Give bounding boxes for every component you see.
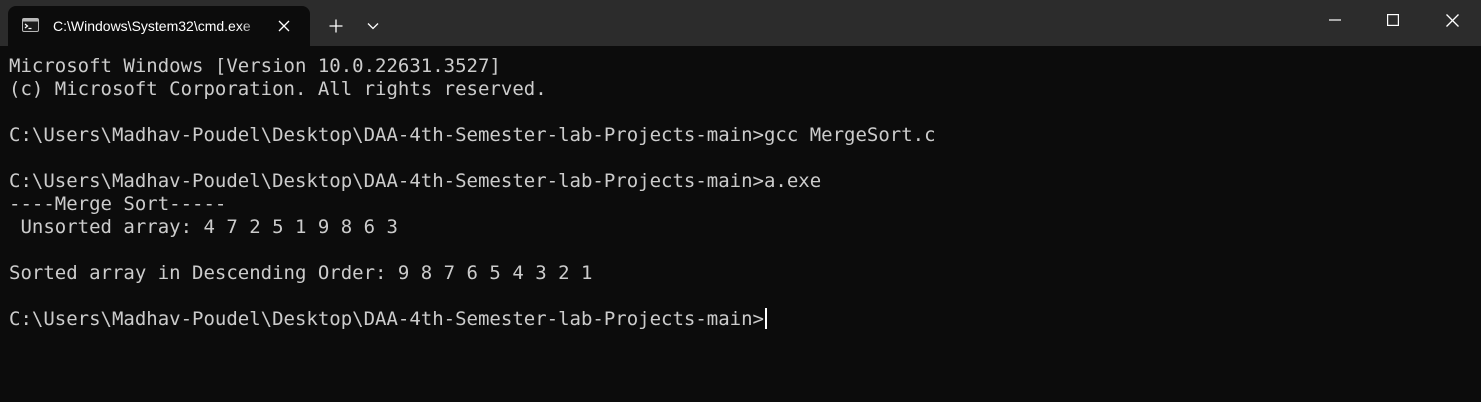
- terminal-window: C:\Windows\System32\cmd.exe Microsoft Wi…: [0, 0, 1481, 402]
- minimize-icon[interactable]: [1306, 0, 1364, 40]
- text-cursor: [764, 308, 767, 329]
- tab-close-icon[interactable]: [271, 14, 297, 38]
- console-line: C:\Users\Madhav-Poudel\Desktop\DAA-4th-S…: [9, 170, 822, 192]
- prompt-line[interactable]: C:\Users\Madhav-Poudel\Desktop\DAA-4th-S…: [9, 308, 936, 331]
- console-line: ----Merge Sort-----: [9, 193, 227, 215]
- chevron-down-icon[interactable]: [360, 13, 386, 39]
- title-bar[interactable]: C:\Windows\System32\cmd.exe: [0, 0, 1481, 46]
- console-line: (c) Microsoft Corporation. All rights re…: [9, 78, 547, 100]
- tab-cmd[interactable]: C:\Windows\System32\cmd.exe: [8, 6, 310, 46]
- terminal-output-area[interactable]: Microsoft Windows [Version 10.0.22631.35…: [0, 46, 1470, 402]
- console-line: Microsoft Windows [Version 10.0.22631.35…: [9, 55, 501, 77]
- tab-title: C:\Windows\System32\cmd.exe: [53, 18, 251, 34]
- console-line: Unsorted array: 4 7 2 5 1 9 8 6 3: [9, 216, 398, 238]
- scrollbar[interactable]: [1470, 46, 1481, 402]
- close-icon[interactable]: [1423, 0, 1481, 40]
- new-tab-plus-icon[interactable]: [322, 13, 350, 39]
- prompt-text: C:\Users\Madhav-Poudel\Desktop\DAA-4th-S…: [9, 308, 764, 330]
- console-line: C:\Users\Madhav-Poudel\Desktop\DAA-4th-S…: [9, 124, 936, 146]
- console-line: Sorted array in Descending Order: 9 8 7 …: [9, 262, 593, 284]
- terminal-icon: [22, 18, 39, 32]
- maximize-icon[interactable]: [1364, 0, 1422, 40]
- console-text: Microsoft Windows [Version 10.0.22631.35…: [9, 55, 936, 331]
